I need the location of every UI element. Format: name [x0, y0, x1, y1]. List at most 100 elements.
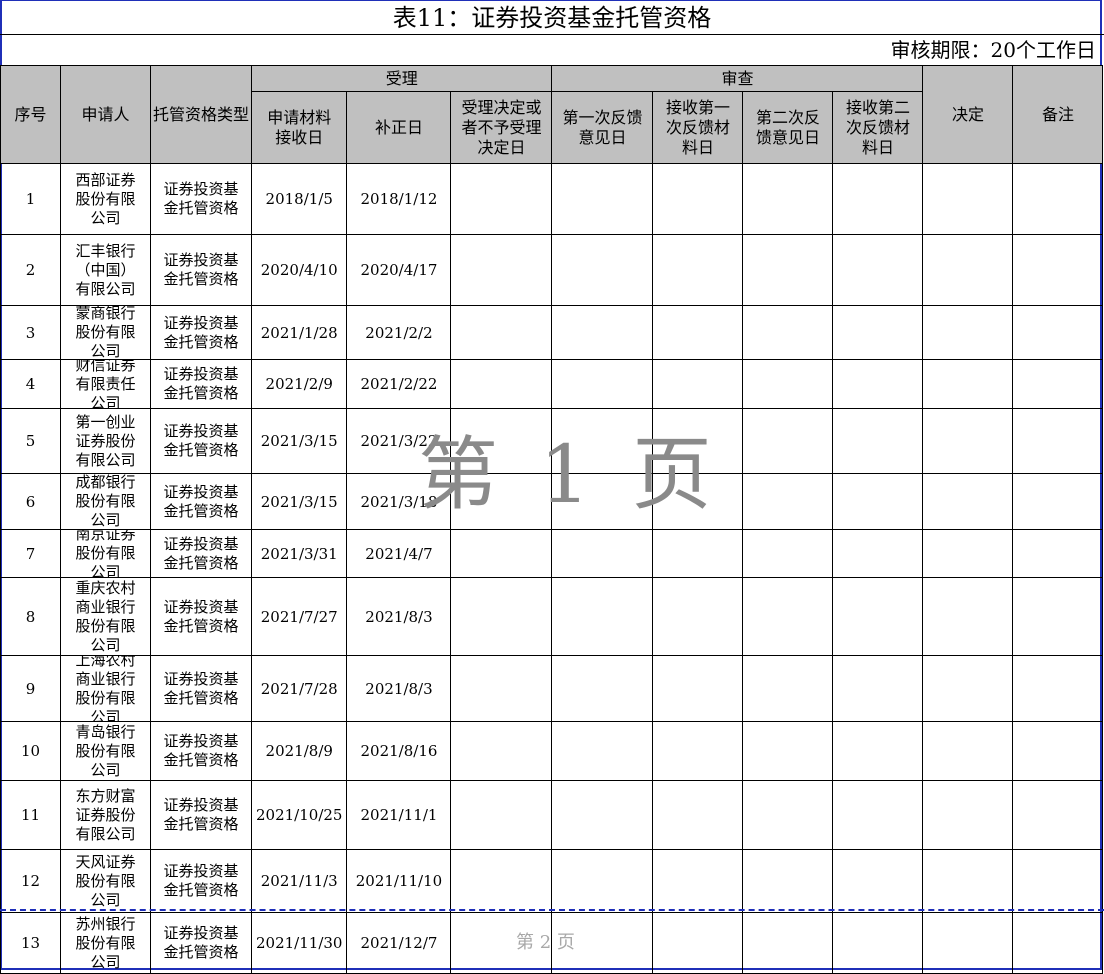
- cell-qualification-type[interactable]: 证券投资基金托管资格: [150, 912, 252, 974]
- cell-remark[interactable]: [1012, 163, 1104, 235]
- cell-second-feedback-received[interactable]: [832, 359, 924, 409]
- cell-accept-decision[interactable]: [450, 655, 553, 722]
- header-applicant[interactable]: 申请人: [60, 65, 151, 164]
- cell-seq[interactable]: 6: [0, 473, 61, 530]
- header-material-received[interactable]: 申请材料接收日: [250, 91, 348, 164]
- cell-second-feedback-received[interactable]: [832, 912, 924, 974]
- cell-qualification-type[interactable]: 证券投资基金托管资格: [150, 305, 252, 360]
- header-correction[interactable]: 补正日: [346, 91, 452, 164]
- cell-applicant[interactable]: 蒙商银行股份有限公司: [60, 305, 151, 360]
- cell-correction[interactable]: 2020/4/17: [346, 234, 452, 306]
- cell-accept-decision[interactable]: [450, 849, 553, 913]
- cell-accept-decision[interactable]: [450, 577, 553, 656]
- cell-accept-decision[interactable]: [450, 305, 553, 360]
- header-review-group[interactable]: 审查: [551, 65, 924, 92]
- cell-second-feedback-received[interactable]: [832, 780, 924, 850]
- cell-first-feedback-received[interactable]: [652, 780, 744, 850]
- cell-applicant[interactable]: 上海农村商业银行股份有限公司: [60, 655, 151, 722]
- cell-decision[interactable]: [922, 721, 1014, 781]
- cell-qualification-type[interactable]: 证券投资基金托管资格: [150, 721, 252, 781]
- cell-decision[interactable]: [922, 577, 1014, 656]
- header-acceptance-group[interactable]: 受理: [250, 65, 553, 92]
- cell-first-feedback-received[interactable]: [652, 721, 744, 781]
- cell-first-feedback[interactable]: [551, 359, 654, 409]
- cell-remark[interactable]: [1012, 655, 1104, 722]
- cell-applicant[interactable]: 西部证券股份有限公司: [60, 163, 151, 235]
- header-qualification-type[interactable]: 托管资格类型: [150, 65, 252, 164]
- cell-qualification-type[interactable]: 证券投资基金托管资格: [150, 849, 252, 913]
- header-first-feedback[interactable]: 第一次反馈意见日: [551, 91, 654, 164]
- cell-remark[interactable]: [1012, 529, 1104, 578]
- cell-seq[interactable]: 5: [0, 408, 61, 474]
- cell-second-feedback[interactable]: [742, 577, 834, 656]
- cell-second-feedback-received[interactable]: [832, 577, 924, 656]
- cell-remark[interactable]: [1012, 359, 1104, 409]
- cell-correction[interactable]: 2021/11/10: [346, 849, 452, 913]
- header-remark[interactable]: 备注: [1012, 65, 1104, 164]
- cell-second-feedback-received[interactable]: [832, 849, 924, 913]
- cell-decision[interactable]: [922, 655, 1014, 722]
- cell-remark[interactable]: [1012, 305, 1104, 360]
- cell-seq[interactable]: 2: [0, 234, 61, 306]
- cell-first-feedback-received[interactable]: [652, 849, 744, 913]
- cell-second-feedback[interactable]: [742, 780, 834, 850]
- cell-qualification-type[interactable]: 证券投资基金托管资格: [150, 234, 252, 306]
- cell-second-feedback-received[interactable]: [832, 473, 924, 530]
- cell-decision[interactable]: [922, 849, 1014, 913]
- cell-material-received[interactable]: 2021/10/25: [250, 780, 348, 850]
- cell-accept-decision[interactable]: [450, 234, 553, 306]
- cell-qualification-type[interactable]: 证券投资基金托管资格: [150, 655, 252, 722]
- cell-qualification-type[interactable]: 证券投资基金托管资格: [150, 473, 252, 530]
- cell-seq[interactable]: 10: [0, 721, 61, 781]
- cell-seq[interactable]: 1: [0, 163, 61, 235]
- cell-first-feedback-received[interactable]: [652, 912, 744, 974]
- cell-second-feedback[interactable]: [742, 359, 834, 409]
- cell-accept-decision[interactable]: [450, 163, 553, 235]
- cell-second-feedback-received[interactable]: [832, 305, 924, 360]
- cell-second-feedback[interactable]: [742, 234, 834, 306]
- cell-material-received[interactable]: 2021/3/31: [250, 529, 348, 578]
- cell-correction[interactable]: 2021/12/7: [346, 912, 452, 974]
- cell-correction[interactable]: 2021/11/1: [346, 780, 452, 850]
- cell-applicant[interactable]: 重庆农村商业银行股份有限公司: [60, 577, 151, 656]
- cell-remark[interactable]: [1012, 849, 1104, 913]
- cell-correction[interactable]: 2021/8/16: [346, 721, 452, 781]
- cell-applicant[interactable]: 苏州银行股份有限公司: [60, 912, 151, 974]
- cell-material-received[interactable]: 2021/7/28: [250, 655, 348, 722]
- cell-decision[interactable]: [922, 305, 1014, 360]
- cell-remark[interactable]: [1012, 721, 1104, 781]
- cell-correction[interactable]: 2021/2/2: [346, 305, 452, 360]
- cell-seq[interactable]: 13: [0, 912, 61, 974]
- cell-first-feedback-received[interactable]: [652, 577, 744, 656]
- cell-first-feedback[interactable]: [551, 721, 654, 781]
- cell-second-feedback[interactable]: [742, 849, 834, 913]
- header-decision[interactable]: 决定: [922, 65, 1014, 164]
- cell-applicant[interactable]: 第一创业证券股份有限公司: [60, 408, 151, 474]
- cell-decision[interactable]: [922, 473, 1014, 530]
- cell-first-feedback-received[interactable]: [652, 655, 744, 722]
- cell-applicant[interactable]: 成都银行股份有限公司: [60, 473, 151, 530]
- cell-first-feedback[interactable]: [551, 655, 654, 722]
- cell-seq[interactable]: 9: [0, 655, 61, 722]
- header-second-feedback[interactable]: 第二次反馈意见日: [742, 91, 834, 164]
- cell-second-feedback[interactable]: [742, 163, 834, 235]
- cell-applicant[interactable]: 青岛银行股份有限公司: [60, 721, 151, 781]
- cell-qualification-type[interactable]: 证券投资基金托管资格: [150, 577, 252, 656]
- header-first-feedback-received[interactable]: 接收第一次反馈材料日: [652, 91, 744, 164]
- cell-seq[interactable]: 7: [0, 529, 61, 578]
- cell-applicant[interactable]: 天风证券股份有限公司: [60, 849, 151, 913]
- cell-qualification-type[interactable]: 证券投资基金托管资格: [150, 163, 252, 235]
- cell-second-feedback-received[interactable]: [832, 234, 924, 306]
- cell-remark[interactable]: [1012, 473, 1104, 530]
- cell-accept-decision[interactable]: [450, 721, 553, 781]
- cell-remark[interactable]: [1012, 780, 1104, 850]
- cell-applicant[interactable]: 汇丰银行（中国）有限公司: [60, 234, 151, 306]
- cell-remark[interactable]: [1012, 577, 1104, 656]
- cell-second-feedback-received[interactable]: [832, 529, 924, 578]
- header-seq[interactable]: 序号: [0, 65, 61, 164]
- cell-first-feedback[interactable]: [551, 529, 654, 578]
- cell-first-feedback[interactable]: [551, 234, 654, 306]
- cell-decision[interactable]: [922, 359, 1014, 409]
- cell-decision[interactable]: [922, 163, 1014, 235]
- cell-decision[interactable]: [922, 529, 1014, 578]
